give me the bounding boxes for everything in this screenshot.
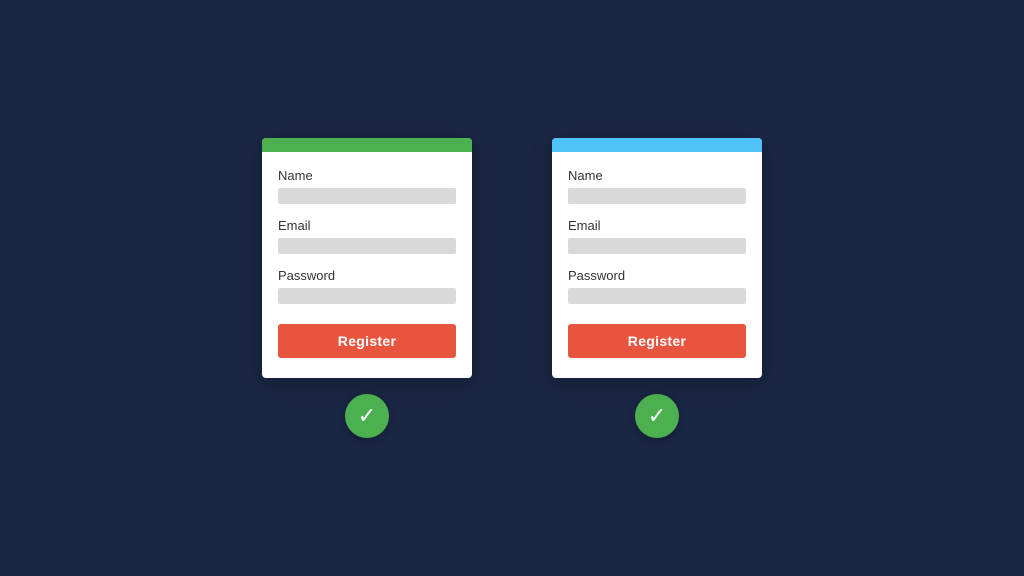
email-input-right[interactable] (568, 238, 746, 254)
email-field-right: Email (568, 218, 746, 254)
password-label-right: Password (568, 268, 746, 283)
password-input-left[interactable] (278, 288, 456, 304)
form-wrapper-right: Name Email Password Register ✓ (552, 138, 762, 438)
register-button-left[interactable]: Register (278, 324, 456, 358)
form-header-blue (552, 138, 762, 152)
password-field-left: Password (278, 268, 456, 304)
form-card-right: Name Email Password Register (552, 138, 762, 378)
email-label-right: Email (568, 218, 746, 233)
name-field-right: Name (568, 168, 746, 204)
checkmark-left: ✓ (345, 394, 389, 438)
check-icon-left: ✓ (358, 405, 376, 427)
checkmark-right: ✓ (635, 394, 679, 438)
form-body-left: Name Email Password Register (262, 152, 472, 378)
form-body-right: Name Email Password Register (552, 152, 762, 378)
name-label-left: Name (278, 168, 456, 183)
register-button-right[interactable]: Register (568, 324, 746, 358)
password-field-right: Password (568, 268, 746, 304)
password-input-right[interactable] (568, 288, 746, 304)
form-wrapper-left: Name Email Password Register ✓ (262, 138, 472, 438)
name-input-right[interactable] (568, 188, 746, 204)
name-input-left[interactable] (278, 188, 456, 204)
forms-container: Name Email Password Register ✓ (262, 138, 762, 438)
email-label-left: Email (278, 218, 456, 233)
form-card-left: Name Email Password Register (262, 138, 472, 378)
email-input-left[interactable] (278, 238, 456, 254)
check-icon-right: ✓ (648, 405, 666, 427)
name-label-right: Name (568, 168, 746, 183)
email-field-left: Email (278, 218, 456, 254)
name-field-left: Name (278, 168, 456, 204)
password-label-left: Password (278, 268, 456, 283)
form-header-green (262, 138, 472, 152)
